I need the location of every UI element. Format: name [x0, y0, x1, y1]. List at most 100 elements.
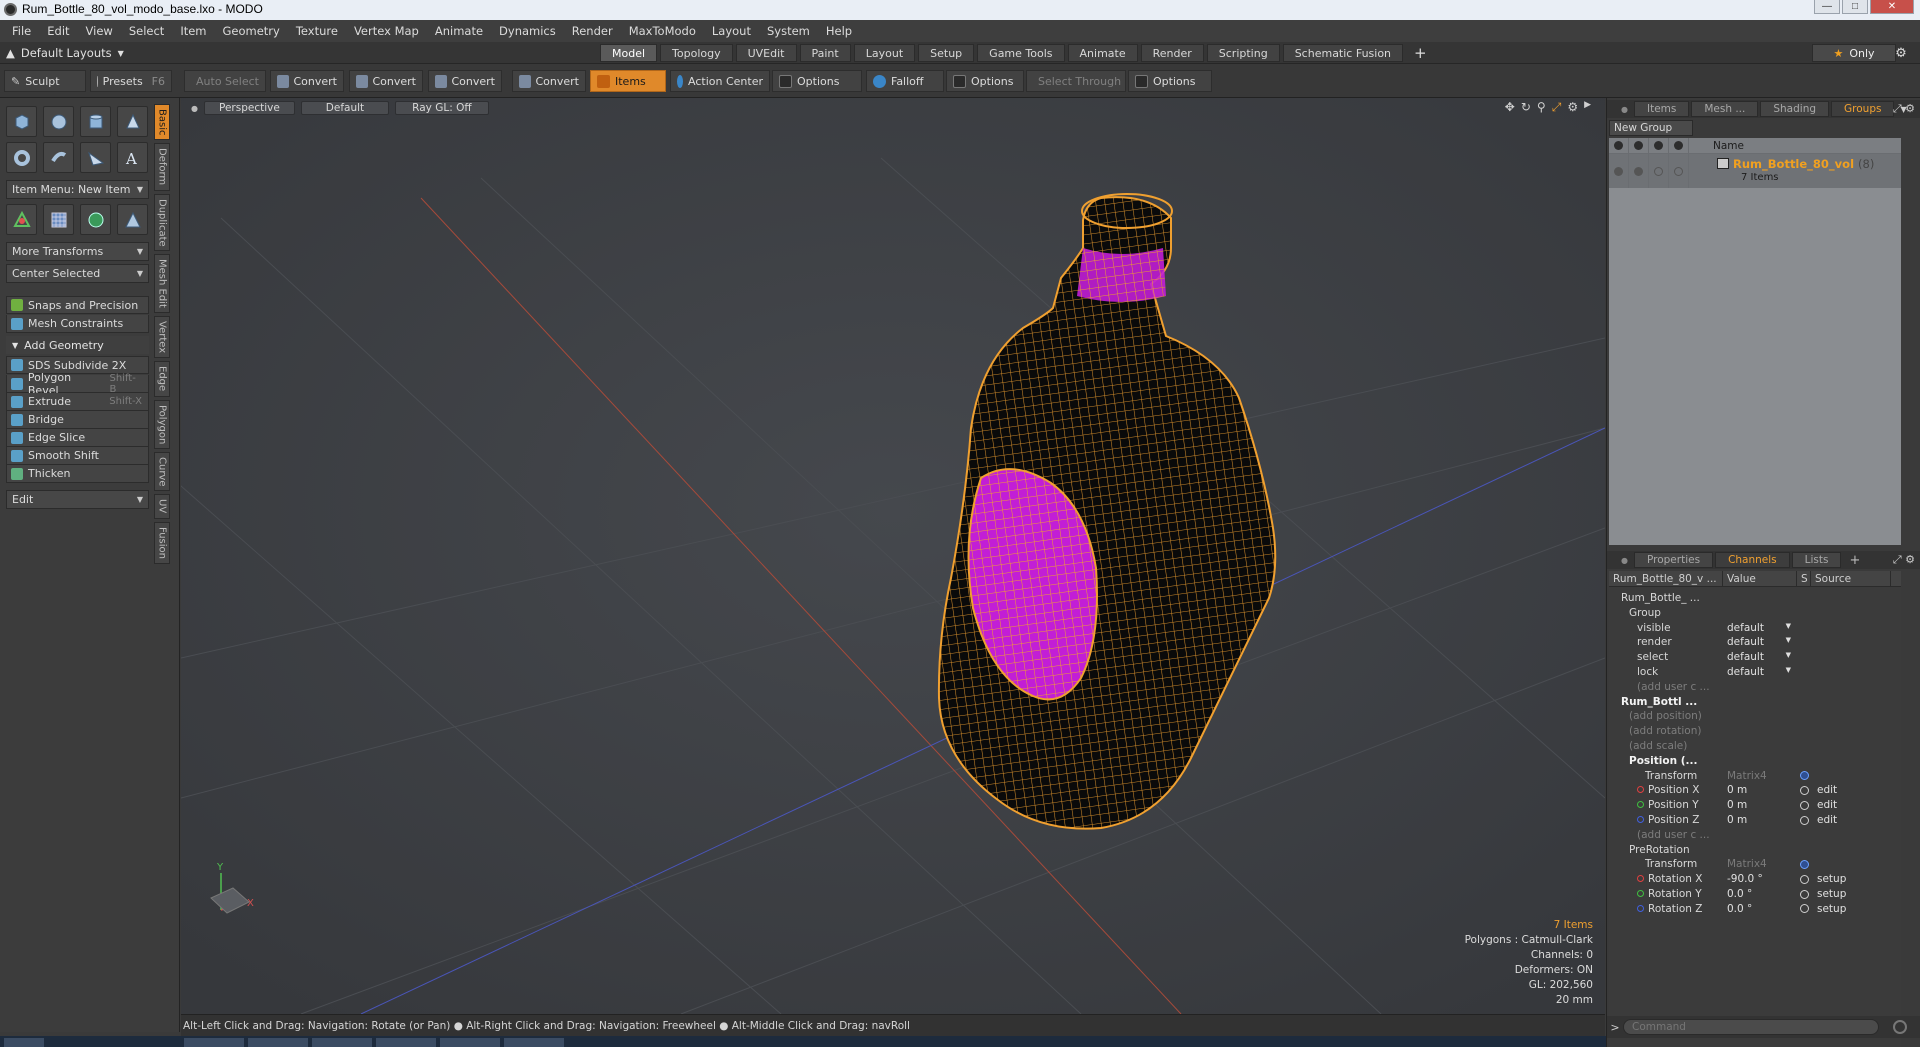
vtab-mesh-edit[interactable]: Mesh Edit [154, 254, 170, 314]
keyframe-ring-icon[interactable] [1799, 874, 1809, 884]
channel-value[interactable]: Matrix4 [1723, 770, 1797, 782]
viewport-scene[interactable]: Y X [181, 98, 1605, 1014]
mesh-constraints-button[interactable]: Mesh Constraints [6, 315, 149, 333]
minimize-button[interactable]: — [1814, 0, 1840, 14]
grid-tool-button[interactable] [43, 204, 74, 235]
only-toggle[interactable]: ★ Only [1812, 44, 1896, 62]
channel-value[interactable]: 0.0 ° [1723, 903, 1797, 915]
channel-value[interactable]: 0.0 ° [1723, 888, 1797, 900]
item-menu-dropdown[interactable]: Item Menu: New Item ▼ [6, 180, 149, 199]
menu-system[interactable]: System [759, 24, 818, 38]
viewport-expand-icon[interactable]: ▶ [1584, 100, 1591, 115]
tool-bridge[interactable]: Bridge [6, 411, 149, 429]
tab-uvedit[interactable]: UVEdit [735, 44, 797, 62]
keyframe-ring-icon[interactable] [1799, 889, 1809, 899]
raygl-toggle[interactable]: Ray GL: Off [395, 101, 489, 115]
tab-layout[interactable]: Layout [853, 44, 916, 62]
tab-game-tools[interactable]: Game Tools [977, 44, 1065, 62]
tab-properties[interactable]: Properties [1633, 552, 1714, 568]
snaps-and-precision-button[interactable]: Snaps and Precision [6, 296, 149, 314]
cone-primitive-button[interactable] [117, 106, 148, 137]
convert-button-1[interactable]: Convert [270, 70, 344, 92]
more-transforms-dropdown[interactable]: More Transforms ▼ [6, 242, 149, 261]
vtab-vertex[interactable]: Vertex [154, 316, 170, 359]
edit-dropdown[interactable]: Edit ▼ [6, 490, 149, 509]
vtab-edge[interactable]: Edge [154, 361, 170, 397]
gear-icon[interactable]: ⚙ [1889, 45, 1913, 61]
menu-help[interactable]: Help [818, 24, 860, 38]
channel-row[interactable]: Rotation Z 0.0 ° setup [1609, 900, 1901, 918]
sphere-primitive-button[interactable] [43, 106, 74, 137]
render-toggle-icon[interactable] [1629, 154, 1649, 188]
vtab-curve[interactable]: Curve [154, 451, 170, 492]
convert-button-2[interactable]: Convert [349, 70, 423, 92]
presets-button[interactable]: Presets F6 [90, 70, 172, 92]
vtab-duplicate[interactable]: Duplicate [154, 193, 170, 252]
tab-mesh[interactable]: Mesh ... [1691, 101, 1759, 117]
menu-edit[interactable]: Edit [39, 24, 77, 38]
menu-layout[interactable]: Layout [704, 24, 759, 38]
add-tab-icon[interactable]: + [1414, 44, 1427, 62]
sculpt-button[interactable]: ✎ Sculpt [4, 70, 86, 92]
menu-dynamics[interactable]: Dynamics [491, 24, 564, 38]
taskbar-app-2[interactable] [248, 1038, 308, 1047]
channel-value[interactable]: default ▼ [1723, 666, 1797, 678]
channel-value[interactable]: default ▼ [1723, 622, 1797, 634]
tab-model[interactable]: Model [600, 44, 658, 62]
tool-smooth-shift[interactable]: Smooth Shift [6, 447, 149, 465]
close-button[interactable]: ✕ [1870, 0, 1914, 14]
menu-view[interactable]: View [78, 24, 121, 38]
pan-icon[interactable]: ✥ [1505, 100, 1515, 115]
auto-select-button[interactable]: Auto Select [184, 70, 266, 92]
chevron-down-icon[interactable]: ▼ [1786, 622, 1791, 634]
channel-value[interactable]: -90.0 ° [1723, 873, 1797, 885]
vtab-deform[interactable]: Deform [154, 143, 170, 191]
tab-items[interactable]: Items [1633, 101, 1690, 117]
taskbar-app-6[interactable] [504, 1038, 564, 1047]
tab-setup[interactable]: Setup [918, 44, 975, 62]
tab-topology[interactable]: Topology [660, 44, 733, 62]
menu-texture[interactable]: Texture [288, 24, 346, 38]
shading-mode-button[interactable]: Default [300, 101, 390, 115]
start-button[interactable] [4, 1038, 44, 1047]
layout-selector[interactable]: ▲ Default Layouts ▼ [6, 45, 124, 61]
cube-primitive-button[interactable] [6, 106, 37, 137]
action-center-options[interactable]: Options [772, 70, 862, 92]
channel-value[interactable]: default ▼ [1723, 636, 1797, 648]
visibility-column-icon[interactable] [1609, 137, 1629, 154]
falloff-button[interactable]: Falloff [866, 70, 944, 92]
keyframe-ring-icon[interactable] [1799, 904, 1809, 914]
tool-polygon-bevel[interactable]: Polygon Bevel Shift-B [6, 371, 149, 397]
chevron-down-icon[interactable]: ▼ [1786, 636, 1791, 648]
select-toggle-icon[interactable] [1649, 154, 1669, 188]
falloff-options[interactable]: Options [946, 70, 1024, 92]
taskbar-app-1[interactable] [184, 1038, 244, 1047]
menu-animate[interactable]: Animate [427, 24, 491, 38]
tab-paint[interactable]: Paint [799, 44, 851, 62]
vtab-basic[interactable]: Basic [154, 104, 170, 141]
menu-file[interactable]: File [4, 24, 39, 38]
tool-extrude[interactable]: Extrude Shift-X [6, 393, 149, 411]
capsule-primitive-button[interactable] [43, 142, 74, 173]
taskbar-app-5[interactable] [440, 1038, 500, 1047]
action-center-button[interactable]: Action Center [670, 70, 770, 92]
add-geometry-section[interactable]: ▼ Add Geometry [6, 336, 149, 354]
vtab-fusion[interactable]: Fusion [154, 521, 170, 564]
channel-value[interactable]: 0 m [1723, 784, 1797, 796]
chevron-down-icon[interactable]: ▼ [1786, 651, 1791, 663]
items-mode-button[interactable]: Items [590, 70, 666, 92]
transform-tool-button[interactable] [6, 204, 37, 235]
center-selected-dropdown[interactable]: Center Selected ▼ [6, 264, 149, 283]
text-primitive-button[interactable]: A [117, 142, 148, 173]
pyramid-tool-button[interactable] [117, 204, 148, 235]
convert-button-4[interactable]: Convert [512, 70, 586, 92]
rotate-icon[interactable]: ↻ [1521, 100, 1531, 115]
chevron-down-icon[interactable]: ▼ [1786, 666, 1791, 678]
fit-icon[interactable]: ⤢ [1552, 100, 1562, 115]
menu-item[interactable]: Item [172, 24, 214, 38]
menu-vertex-map[interactable]: Vertex Map [346, 24, 427, 38]
tab-channels[interactable]: Channels [1715, 552, 1790, 568]
channel-value[interactable]: default ▼ [1723, 651, 1797, 663]
command-input[interactable] [1623, 1019, 1879, 1035]
record-icon[interactable] [1893, 1020, 1907, 1034]
